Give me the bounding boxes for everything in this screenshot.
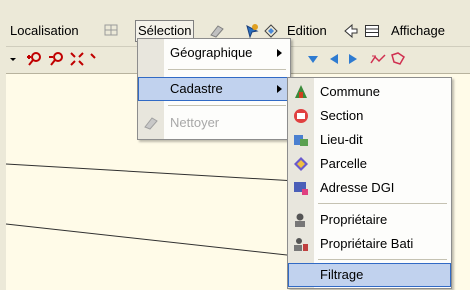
pan-right-icon[interactable]: [345, 51, 361, 67]
selection-dropdown: Géographique Cadastre Nettoyer: [137, 38, 291, 140]
menu-edition-label: Edition: [287, 23, 327, 38]
menu-item-geographique[interactable]: Géographique: [138, 41, 290, 65]
menu-item-label: Nettoyer: [170, 115, 220, 130]
menu-item-label: Géographique: [170, 45, 253, 60]
menu-item-filtrage[interactable]: Filtrage: [288, 263, 451, 287]
menu-item-proprietaire[interactable]: Propriétaire: [288, 208, 451, 232]
zoom-extent-icon[interactable]: [69, 51, 85, 67]
table-icon[interactable]: [364, 23, 380, 39]
menu-localisation[interactable]: Localisation: [10, 21, 79, 41]
pan-down-icon[interactable]: [305, 51, 321, 67]
menu-item-label: Parcelle: [320, 156, 367, 171]
polygon-select-icon[interactable]: [263, 23, 279, 39]
draw-polygon-icon[interactable]: [390, 51, 406, 67]
menu-item-label: Section: [320, 108, 364, 123]
menu-item-label: Filtrage: [320, 267, 364, 282]
menu-separator: [318, 259, 447, 260]
menu-selection-label: Sélection: [138, 23, 192, 38]
menu-affichage[interactable]: Affichage: [391, 21, 445, 41]
eraser-icon: [144, 117, 158, 130]
zoom-window-icon[interactable]: [88, 51, 104, 67]
proprietaire-icon: [295, 213, 305, 227]
commune-icon: [295, 85, 307, 98]
menu-edition[interactable]: Edition: [287, 21, 327, 41]
pan-left-icon[interactable]: [326, 51, 342, 67]
menu-item-lieu-dit[interactable]: Lieu-dit: [288, 128, 451, 152]
menu-item-cadastre[interactable]: Cadastre: [138, 77, 290, 101]
menu-localisation-label: Localisation: [10, 23, 79, 38]
draw-line-icon[interactable]: [370, 51, 386, 67]
menu-separator: [168, 105, 286, 106]
menu-item-commune[interactable]: Commune: [288, 80, 451, 104]
submenu-arrow-icon: [277, 49, 282, 57]
menu-item-label: Propriétaire: [320, 212, 388, 227]
menu-separator: [318, 203, 447, 204]
zoom-out-icon[interactable]: [48, 51, 64, 67]
section-icon: [294, 109, 308, 123]
adresse-icon: [294, 182, 308, 195]
menu-item-parcelle[interactable]: Parcelle: [288, 152, 451, 176]
menu-item-proprietaire-bati[interactable]: Propriétaire Bati: [288, 232, 451, 256]
toolbar-dropdown-icon[interactable]: [8, 51, 18, 67]
menu-item-section[interactable]: Section: [288, 104, 451, 128]
parcelle-icon: [294, 157, 308, 171]
menu-item-adresse-dgi[interactable]: Adresse DGI: [288, 176, 451, 200]
grid-icon[interactable]: [104, 23, 120, 39]
menu-separator: [168, 69, 286, 70]
lieu-dit-icon: [294, 135, 308, 146]
menu-item-nettoyer[interactable]: Nettoyer: [138, 111, 290, 135]
menu-item-label: Cadastre: [170, 81, 223, 96]
eraser-icon[interactable]: [209, 23, 225, 39]
application-window: Localisation Sélection Edition Affichage: [0, 0, 470, 290]
menu-item-label: Commune: [320, 84, 380, 99]
submenu-arrow-icon: [277, 85, 282, 93]
menu-item-label: Lieu-dit: [320, 132, 363, 147]
pointer-icon[interactable]: [343, 23, 359, 39]
select-tool-icon[interactable]: [244, 23, 260, 39]
menu-affichage-label: Affichage: [391, 23, 445, 38]
menu-item-label: Adresse DGI: [320, 180, 395, 195]
zoom-in-icon[interactable]: [26, 51, 42, 67]
cadastre-submenu: Commune Section Lieu-dit Parcelle Adress…: [287, 77, 452, 289]
menu-item-label: Propriétaire Bati: [320, 236, 414, 251]
proprietaire-bati-icon: [294, 238, 308, 251]
